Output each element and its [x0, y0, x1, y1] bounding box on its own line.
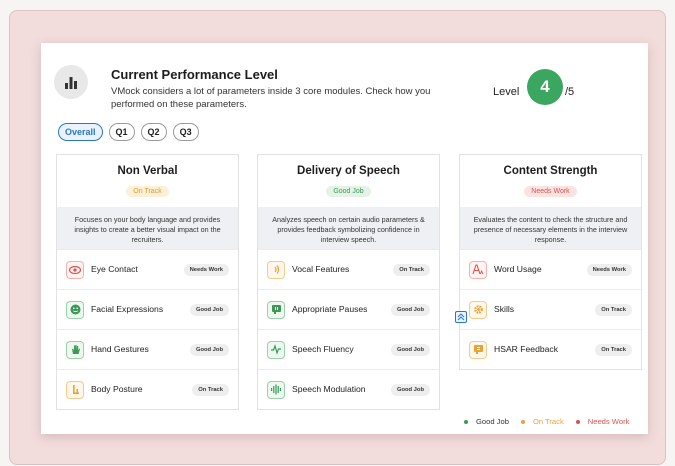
- param-badge: Good Job: [189, 343, 229, 356]
- param-eye-contact[interactable]: Eye Contact Needs Work: [57, 249, 238, 289]
- module-title: Delivery of Speech: [297, 165, 400, 177]
- legend-label: Good Job: [476, 417, 509, 426]
- tab-overall[interactable]: Overall: [58, 123, 103, 141]
- pause-icon: [267, 300, 285, 319]
- waveform-icon: [267, 380, 285, 399]
- module-description: Analyzes speech on certain audio paramet…: [258, 207, 439, 249]
- legend-label: Needs Work: [587, 417, 630, 426]
- feedback-icon: [469, 340, 487, 359]
- param-facial-expressions[interactable]: Facial Expressions Good Job: [57, 289, 238, 329]
- module-status-badge: Good Job: [326, 186, 371, 197]
- param-label: Vocal Features: [292, 264, 350, 274]
- param-speech-modulation[interactable]: Speech Modulation Good Job: [258, 369, 439, 409]
- page-description: VMock considers a lot of parameters insi…: [111, 86, 431, 110]
- page-title: Current Performance Level: [111, 67, 278, 82]
- param-label: Appropriate Pauses: [292, 304, 368, 314]
- text-icon: [469, 260, 487, 279]
- param-badge: On Track: [393, 263, 430, 276]
- level-max: /5: [565, 86, 575, 98]
- module-description: Focuses on your body language and provid…: [57, 207, 238, 249]
- legend-item-good-job: Good Job: [464, 417, 509, 426]
- module-delivery-of-speech: Delivery of Speech Good Job Analyzes spe…: [257, 154, 440, 410]
- performance-card: Current Performance Level VMock consider…: [41, 43, 648, 434]
- param-label: Skills: [494, 304, 515, 314]
- outer-panel: Current Performance Level VMock consider…: [9, 10, 666, 465]
- legend-dot: [575, 419, 580, 424]
- module-non-verbal: Non Verbal On Track Focuses on your body…: [56, 154, 239, 410]
- param-label: Facial Expressions: [91, 304, 164, 314]
- tab-q3[interactable]: Q3: [172, 123, 199, 141]
- status-legend: Good Job On Track Needs Work: [464, 417, 629, 426]
- param-badge: On Track: [192, 383, 229, 396]
- param-label: Speech Modulation: [292, 384, 366, 394]
- param-badge: Good Job: [390, 383, 430, 396]
- tab-bar: Overall Q1 Q2 Q3: [58, 123, 199, 141]
- legend-item-needs-work: Needs Work: [575, 417, 630, 426]
- param-speech-fluency[interactable]: Speech Fluency Good Job: [258, 329, 439, 369]
- posture-icon: [66, 380, 84, 399]
- param-label: Hand Gestures: [91, 344, 149, 354]
- legend-label: On Track: [532, 417, 564, 426]
- module-content-strength: Content Strength Needs Work Evaluates th…: [459, 154, 642, 370]
- tab-q2[interactable]: Q2: [140, 123, 167, 141]
- param-badge: Needs Work: [586, 263, 632, 276]
- tab-q1[interactable]: Q1: [108, 123, 135, 141]
- level-label: Level: [493, 86, 520, 98]
- param-badge: Needs Work: [183, 263, 229, 276]
- legend-item-on-track: On Track: [520, 417, 564, 426]
- module-title: Non Verbal: [117, 165, 178, 177]
- param-label: HSAR Feedback: [494, 344, 559, 354]
- param-word-usage[interactable]: Word Usage Needs Work: [460, 249, 641, 289]
- param-badge: On Track: [595, 303, 632, 316]
- scroll-up-icon[interactable]: [455, 311, 467, 323]
- param-body-posture[interactable]: Body Posture On Track: [57, 369, 238, 409]
- param-label: Word Usage: [494, 264, 542, 274]
- param-label: Speech Fluency: [292, 344, 354, 354]
- eye-icon: [66, 260, 84, 279]
- param-label: Body Posture: [91, 384, 143, 394]
- legend-dot: [464, 419, 468, 424]
- param-vocal-features[interactable]: Vocal Features On Track: [258, 249, 439, 289]
- module-status-badge: Needs Work: [524, 186, 577, 197]
- param-badge: Good Job: [390, 343, 430, 356]
- module-title: Content Strength: [503, 165, 598, 177]
- param-hand-gestures[interactable]: Hand Gestures Good Job: [57, 329, 238, 369]
- legend-dot: [520, 419, 525, 424]
- hand-icon: [66, 340, 84, 359]
- module-description: Evaluates the content to check the struc…: [460, 207, 641, 249]
- param-badge: Good Job: [390, 303, 430, 316]
- module-status-badge: On Track: [126, 186, 169, 197]
- param-label: Eye Contact: [91, 264, 138, 274]
- param-skills[interactable]: Skills On Track: [460, 289, 641, 329]
- pulse-icon: [267, 340, 285, 359]
- param-badge: Good Job: [189, 303, 229, 316]
- param-appropriate-pauses[interactable]: Appropriate Pauses Good Job: [258, 289, 439, 329]
- param-hsar-feedback[interactable]: HSAR Feedback On Track: [460, 329, 641, 369]
- sound-wave-icon: [267, 260, 285, 279]
- level-badge: 4: [527, 69, 563, 105]
- performance-chart-icon: [54, 65, 88, 99]
- face-icon: [66, 300, 84, 319]
- param-badge: On Track: [595, 343, 632, 356]
- gear-icon: [469, 300, 487, 319]
